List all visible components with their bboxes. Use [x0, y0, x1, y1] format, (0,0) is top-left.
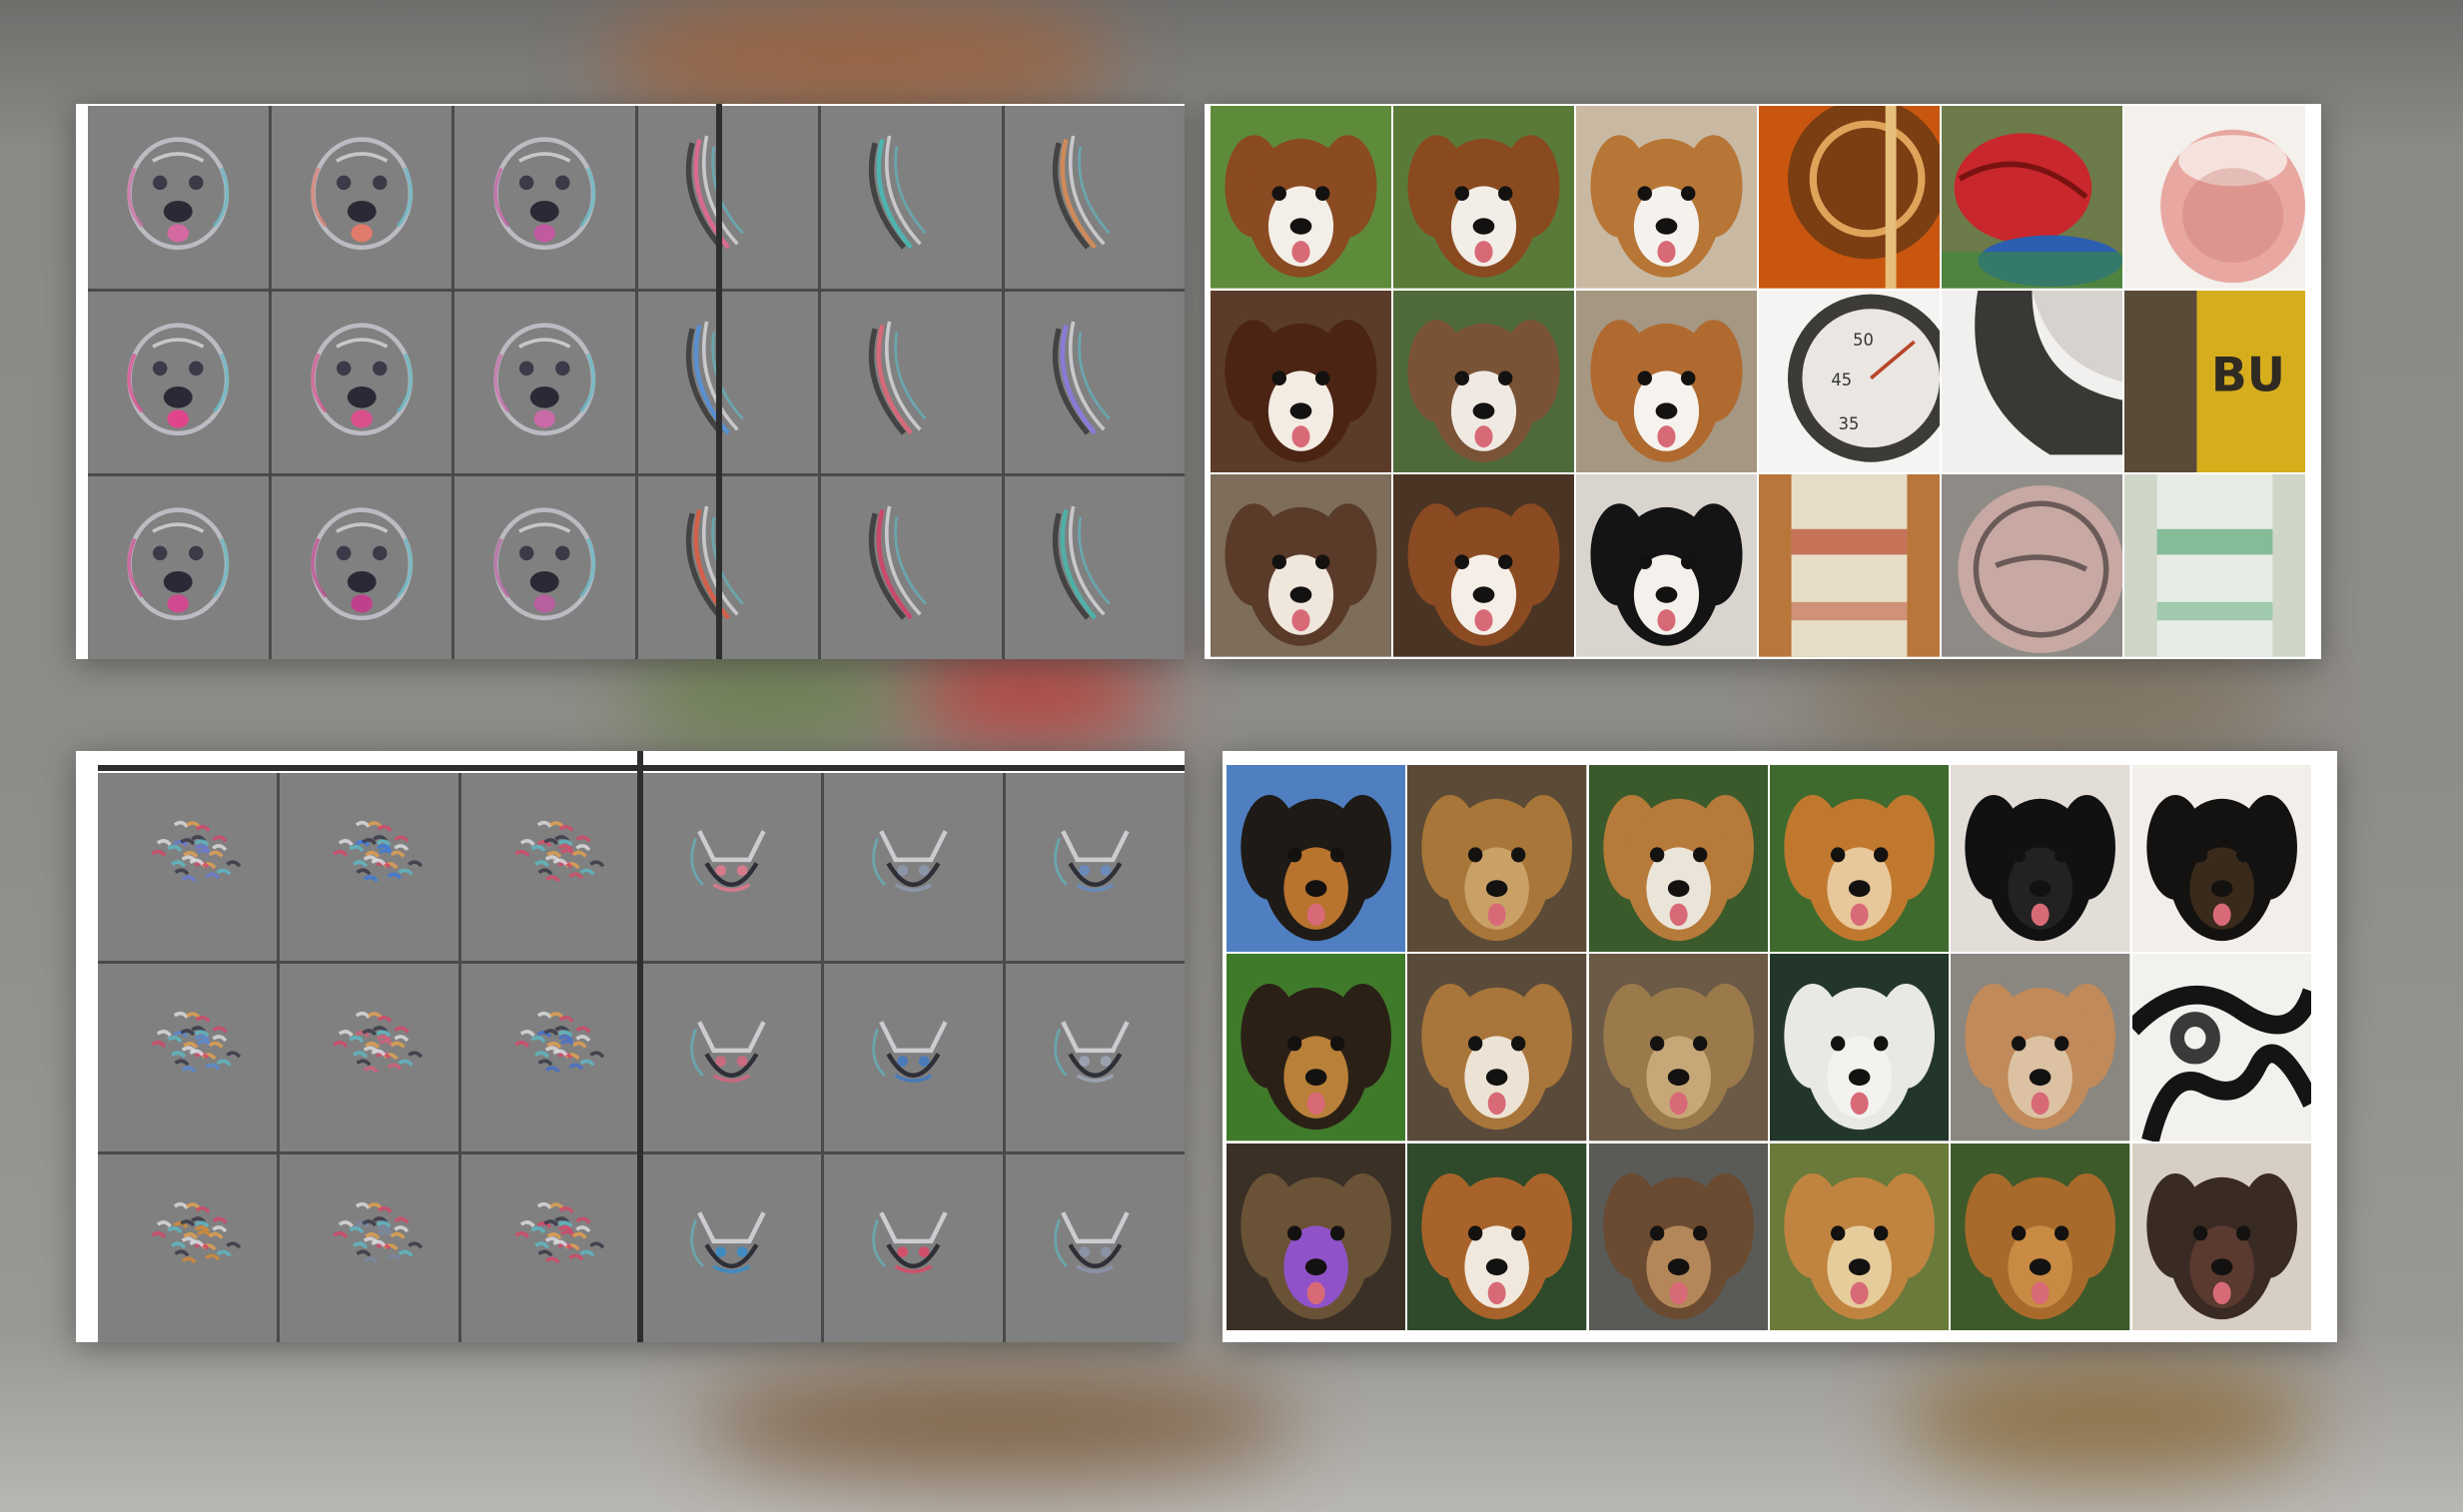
- feature-visualization-tile: [1004, 291, 1185, 474]
- svg-text:BU: BU: [2211, 348, 2285, 402]
- feature-visualization-tile: [271, 106, 451, 289]
- image-patch-tile: [1951, 1142, 2130, 1330]
- image-patch-tile: [1576, 106, 1757, 289]
- feature-visualization-tile: [1006, 773, 1185, 961]
- feature-visualization-tile: [454, 476, 635, 659]
- background-blur: [1898, 1358, 2317, 1478]
- feature-visualization-tile: [460, 1154, 640, 1342]
- image-patch-tile: [1393, 106, 1574, 289]
- image-patch-tile: [1393, 290, 1574, 473]
- image-patch-tile: [1211, 106, 1391, 289]
- feature-visualization-tile: [642, 964, 822, 1151]
- photo-grid: [1227, 765, 2311, 1330]
- image-patch-tile: [1759, 474, 1940, 657]
- feature-visualization-tile: [637, 291, 818, 474]
- feature-visualization-tile: [821, 476, 1002, 659]
- image-patch-tile: [1576, 290, 1757, 473]
- image-patch-tile: [1227, 1142, 1406, 1330]
- feature-visualization-tile: [821, 291, 1002, 474]
- image-patch-tile: [1951, 954, 2130, 1141]
- image-patch-tile: [1588, 1142, 1768, 1330]
- feature-visualization-tile: [642, 773, 822, 961]
- image-patch-tile: [1407, 954, 1587, 1141]
- svg-text:50: 50: [1853, 330, 1874, 349]
- feature-visualization-tile: [279, 1154, 458, 1342]
- feature-grid: [88, 106, 1185, 659]
- feature-visualization-tile: [824, 773, 1004, 961]
- feature-visualization-tile: [824, 1154, 1004, 1342]
- photo-grid: 50 45 35 BU: [1211, 106, 2305, 657]
- feature-visualization-tile: [454, 106, 635, 289]
- feature-visualization-tile: [279, 964, 458, 1151]
- image-patch-tile: [2131, 954, 2311, 1141]
- image-patch-tile: [1759, 106, 1940, 289]
- image-patch-tile: [2124, 106, 2305, 289]
- svg-text:35: 35: [1839, 413, 1860, 432]
- image-patch-tile: 50 45 35: [1759, 290, 1940, 473]
- feature-visualization-tile: [98, 773, 277, 961]
- feature-visualization-tile: [1006, 1154, 1185, 1342]
- image-patch-tile: [1769, 765, 1950, 953]
- feature-visualization-tile: [824, 964, 1004, 1151]
- bottom-feature-visualization-panel: [76, 751, 1185, 1342]
- image-patch-tile: [2131, 765, 2311, 953]
- figure-canvas: 50 45 35 BU: [0, 0, 2463, 1512]
- bottom-photo-panel: [1223, 751, 2337, 1342]
- image-patch-tile: [1588, 954, 1768, 1141]
- group-divider: [637, 751, 643, 1342]
- feature-visualization-tile: [637, 476, 818, 659]
- image-patch-tile: [1227, 765, 1406, 953]
- image-patch-tile: [1588, 765, 1768, 953]
- image-patch-tile: [1769, 954, 1950, 1141]
- group-divider: [716, 104, 722, 659]
- image-patch-tile: BU: [2124, 290, 2305, 473]
- image-patch-tile: [2124, 474, 2305, 657]
- feature-visualization-tile: [271, 291, 451, 474]
- feature-visualization-tile: [642, 1154, 822, 1342]
- image-patch-tile: [1576, 474, 1757, 657]
- feature-visualization-tile: [460, 964, 640, 1151]
- background-blur: [619, 659, 919, 739]
- background-blur: [899, 649, 1159, 739]
- feature-visualization-tile: [279, 773, 458, 961]
- image-patch-tile: [1227, 954, 1406, 1141]
- image-patch-tile: [1942, 106, 2122, 289]
- background-blur: [599, 0, 1119, 120]
- top-feature-visualization-panel: [76, 104, 1185, 659]
- feature-visualization-tile: [821, 106, 1002, 289]
- top-photo-panel: 50 45 35 BU: [1205, 104, 2321, 659]
- image-patch-tile: [1951, 765, 2130, 953]
- feature-visualization-tile: [1006, 964, 1185, 1151]
- background-blur: [1798, 659, 2297, 749]
- feature-visualization-tile: [88, 476, 269, 659]
- image-patch-tile: [1769, 1142, 1950, 1330]
- svg-text:45: 45: [1831, 371, 1852, 389]
- image-patch-tile: [1942, 290, 2122, 473]
- top-border: [98, 765, 1185, 771]
- feature-visualization-tile: [460, 773, 640, 961]
- feature-visualization-tile: [454, 291, 635, 474]
- image-patch-tile: [1211, 474, 1391, 657]
- image-patch-tile: [1407, 765, 1587, 953]
- feature-visualization-tile: [1004, 476, 1185, 659]
- feature-visualization-tile: [271, 476, 451, 659]
- feature-visualization-tile: [98, 1154, 277, 1342]
- feature-visualization-tile: [98, 964, 277, 1151]
- feature-visualization-tile: [1004, 106, 1185, 289]
- background-blur: [699, 1368, 1298, 1478]
- feature-visualization-tile: [637, 106, 818, 289]
- feature-visualization-tile: [88, 106, 269, 289]
- feature-visualization-tile: [88, 291, 269, 474]
- image-patch-tile: [1942, 474, 2122, 657]
- image-patch-tile: [2131, 1142, 2311, 1330]
- image-patch-tile: [1393, 474, 1574, 657]
- image-patch-tile: [1211, 290, 1391, 473]
- image-patch-tile: [1407, 1142, 1587, 1330]
